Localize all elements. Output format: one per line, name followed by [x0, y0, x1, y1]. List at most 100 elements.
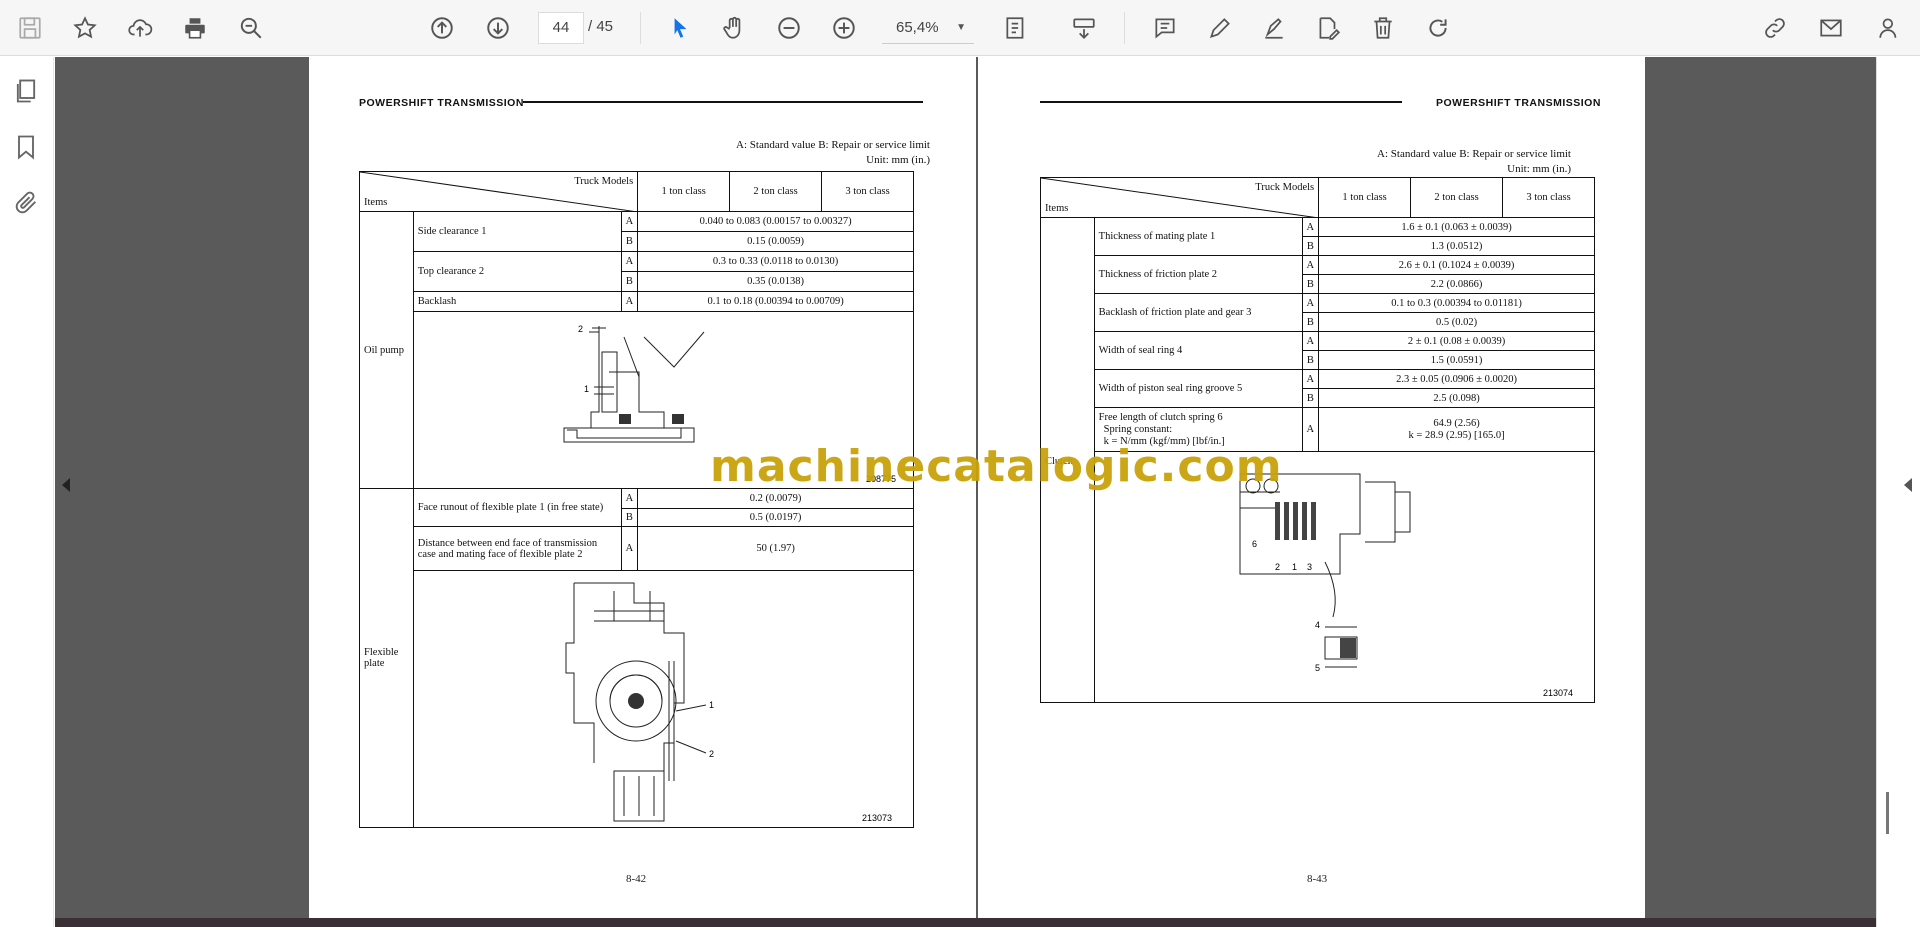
ab-cell: B	[620, 508, 639, 527]
share-link-icon[interactable]	[1757, 10, 1793, 46]
ab-cell: B	[1301, 388, 1320, 408]
spec-table: Truck Models Items 1 ton class 2 ton cla…	[358, 171, 915, 828]
page-header: POWERSHIFT TRANSMISSION	[359, 97, 524, 109]
attachment-icon[interactable]	[12, 189, 44, 221]
comment-icon[interactable]	[1147, 10, 1183, 46]
trash-icon[interactable]	[1365, 10, 1401, 46]
ab-cell: A	[1301, 217, 1320, 237]
value-cell: 1.3 (0.0512)	[1318, 236, 1595, 256]
total-pages: 45	[596, 18, 614, 35]
print-icon[interactable]	[177, 10, 213, 46]
item-label: Backlash of friction plate and gear 3	[1093, 293, 1303, 332]
value-cell: 0.5 (0.02)	[1318, 312, 1595, 332]
page-number-input[interactable]: 44	[538, 12, 584, 44]
callout-4: 4	[1315, 620, 1320, 630]
class-header: 3 ton class	[821, 171, 914, 212]
left-sidebar	[0, 57, 54, 927]
value-cell: 0.1 to 0.3 (0.00394 to 0.01181)	[1318, 293, 1595, 313]
scroll-thumb[interactable]	[1886, 792, 1889, 834]
spring-item-line: Free length of clutch spring 6	[1098, 411, 1223, 423]
page-fit-icon[interactable]	[998, 10, 1034, 46]
class-header: 2 ton class	[729, 171, 823, 212]
zoom-out-icon[interactable]	[771, 10, 807, 46]
highlight-pen-icon[interactable]	[1202, 10, 1238, 46]
ab-cell: A	[620, 488, 639, 509]
clutch-plate	[1274, 502, 1280, 540]
page-up-icon[interactable]	[424, 10, 460, 46]
zoom-search-icon[interactable]	[233, 10, 269, 46]
class-header: 1 ton class	[637, 171, 731, 212]
ab-cell: A	[620, 251, 639, 272]
star-icon[interactable]	[67, 10, 103, 46]
flexible-plate-drawing: 1 2 213073	[412, 570, 915, 828]
hand-tool-icon[interactable]	[716, 10, 752, 46]
item-label: Face runout of flexible plate 1 (in free…	[412, 488, 622, 527]
seal-ring-section	[1339, 638, 1356, 658]
edit-document-icon[interactable]	[1310, 10, 1346, 46]
group-label-flexible-plate: Flexible plate	[359, 488, 414, 828]
class-header: 1 ton class	[1318, 177, 1412, 218]
redo-icon[interactable]	[1420, 10, 1456, 46]
header-rule	[1040, 101, 1402, 103]
value-cell: 0.15 (0.0059)	[637, 231, 914, 252]
collapse-left-arrow-icon[interactable]	[62, 478, 70, 492]
value-cell: 2.2 (0.0866)	[1318, 274, 1595, 294]
value-cell: 0.040 to 0.083 (0.00157 to 0.00327)	[637, 211, 914, 232]
separator	[1124, 12, 1125, 44]
legend-text: A: Standard value B: Repair or service l…	[736, 139, 930, 151]
item-label: Thickness of friction plate 2	[1093, 255, 1303, 294]
spec-table: Truck Models Items 1 ton class 2 ton cla…	[1039, 177, 1596, 703]
bookmark-icon[interactable]	[12, 133, 44, 165]
page-down-icon[interactable]	[480, 10, 516, 46]
callout-2: 2	[709, 749, 714, 759]
callout-2: 2	[578, 324, 583, 334]
ab-cell: A	[1301, 293, 1320, 313]
page-separator: /	[588, 18, 593, 35]
save-icon[interactable]	[12, 10, 48, 46]
ab-cell: B	[1301, 350, 1320, 370]
page-thumbnails-icon[interactable]	[12, 77, 44, 109]
flexible-plate-diagram: 1 2 213073	[565, 582, 892, 823]
items-label: Items	[1045, 203, 1069, 214]
value-cell: 1.6 ± 0.1 (0.063 ± 0.0039)	[1318, 217, 1595, 237]
page-number: 8-43	[1307, 873, 1328, 885]
ab-cell: A	[1301, 407, 1320, 452]
figure-number: 213073	[862, 813, 892, 823]
diagram-part	[618, 414, 631, 424]
value-cell: 50 (1.97)	[637, 526, 914, 571]
unit-text: Unit: mm (in.)	[866, 154, 930, 166]
expand-right-panel-arrow-icon[interactable]	[1904, 478, 1912, 492]
zoom-in-icon[interactable]	[826, 10, 862, 46]
select-cursor-icon[interactable]	[662, 10, 698, 46]
item-label: Distance between end face of transmissio…	[412, 526, 622, 571]
value-cell: 2.5 (0.098)	[1318, 388, 1595, 408]
item-label: Thickness of mating plate 1	[1093, 217, 1303, 256]
zoom-value: 65,4%	[896, 19, 939, 36]
legend-text: A: Standard value B: Repair or service l…	[1377, 148, 1571, 160]
value-cell: 0.35 (0.0138)	[637, 271, 914, 292]
class-header: 2 ton class	[1410, 177, 1503, 218]
callout-1: 1	[1292, 562, 1297, 572]
watermark-text: machinecatalogic.com	[710, 441, 1283, 492]
upload-cloud-icon[interactable]	[122, 10, 158, 46]
unit-text: Unit: mm (in.)	[1507, 163, 1571, 175]
page-count: / 45	[588, 18, 613, 35]
value-cell: 2.6 ± 0.1 (0.1024 ± 0.0039)	[1318, 255, 1595, 275]
scroll-mode-icon[interactable]	[1066, 10, 1102, 46]
mail-icon[interactable]	[1813, 10, 1849, 46]
ab-cell: B	[620, 231, 639, 252]
account-icon[interactable]	[1872, 10, 1908, 46]
items-label: Items	[364, 197, 388, 208]
header-rule	[523, 101, 923, 103]
diagram-part	[627, 693, 644, 709]
ab-cell: A	[1301, 331, 1320, 351]
ab-cell: B	[1301, 236, 1320, 256]
item-label: Width of seal ring 4	[1093, 331, 1303, 370]
value-cell: 0.1 to 0.18 (0.00394 to 0.00709)	[637, 291, 914, 312]
header-diagonal-cell: Truck Models Items	[1039, 177, 1320, 218]
sign-pen-icon[interactable]	[1256, 10, 1292, 46]
callout-1: 1	[584, 384, 589, 394]
item-label: Top clearance 2	[412, 251, 622, 292]
page-header: POWERSHIFT TRANSMISSION	[1436, 97, 1601, 109]
zoom-select[interactable]: 65,4% ▼	[882, 12, 974, 44]
